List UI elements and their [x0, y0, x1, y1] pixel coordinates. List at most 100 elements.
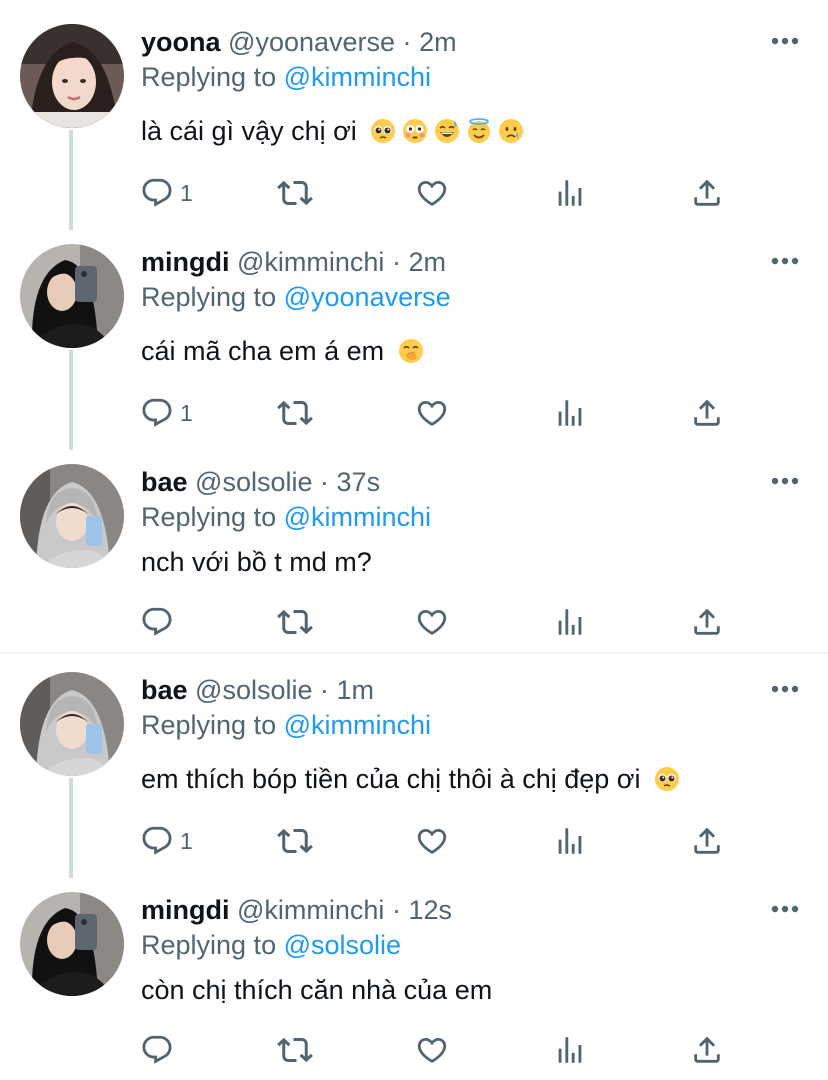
replying-to: Replying to @solsolie — [141, 929, 401, 961]
hand-over-mouth-emoji — [398, 338, 424, 364]
share-button[interactable] — [690, 1030, 724, 1070]
replying-to-label: Replying to — [141, 710, 277, 740]
share-icon — [690, 824, 724, 858]
reply-icon — [140, 396, 174, 430]
replying-to: Replying to @yoonaverse — [141, 281, 451, 313]
user-handle[interactable]: @solsolie — [195, 675, 312, 705]
share-icon — [690, 396, 724, 430]
tweet-text-line: cái mã cha em á em — [141, 334, 424, 368]
user-handle[interactable]: @kimminchi — [237, 247, 384, 277]
retweet-icon — [277, 1032, 313, 1068]
reply-icon — [140, 176, 174, 210]
more-icon[interactable] — [770, 474, 800, 488]
pleading-face-emoji — [370, 118, 396, 144]
mention-link[interactable]: @kimminchi — [284, 502, 431, 532]
avatar[interactable] — [20, 464, 124, 568]
views-icon — [553, 176, 587, 210]
action-bar: 1 — [140, 173, 740, 213]
display-name[interactable]: bae — [141, 675, 188, 705]
retweet-icon — [277, 823, 313, 859]
replying-to-label: Replying to — [141, 62, 277, 92]
timestamp[interactable]: 12s — [408, 895, 452, 925]
share-button[interactable] — [690, 173, 724, 213]
views-icon — [553, 605, 587, 639]
tweet-text-line: nch với bồ t md m? — [141, 545, 372, 579]
avatar[interactable] — [20, 892, 124, 996]
retweet-button[interactable] — [277, 173, 313, 213]
views-button[interactable] — [553, 821, 587, 861]
avatar-image — [20, 244, 124, 348]
smiling-halo-emoji — [466, 118, 492, 144]
views-button[interactable] — [553, 602, 587, 642]
action-bar: 1 — [140, 393, 740, 433]
heart-icon — [415, 824, 449, 858]
display-name[interactable]: bae — [141, 467, 188, 497]
retweet-icon — [277, 604, 313, 640]
display-name[interactable]: yoona — [141, 27, 221, 57]
avatar[interactable] — [20, 24, 124, 128]
thread-line — [69, 130, 73, 230]
avatar-image — [20, 24, 124, 128]
reply-button[interactable] — [140, 1030, 174, 1070]
action-bar — [140, 602, 740, 642]
replying-to-label: Replying to — [141, 502, 277, 532]
user-handle[interactable]: @solsolie — [195, 467, 312, 497]
views-button[interactable] — [553, 393, 587, 433]
reply-button[interactable]: 1 — [140, 821, 193, 861]
mention-link[interactable]: @yoonaverse — [284, 282, 451, 312]
reply-button[interactable]: 1 — [140, 173, 193, 213]
action-bar: 1 — [140, 821, 740, 861]
tweet-text: em thích bóp tiền của chị thôi à chị đẹp… — [141, 764, 641, 794]
timestamp[interactable]: 1m — [337, 675, 375, 705]
timestamp[interactable]: 2m — [408, 247, 446, 277]
user-handle[interactable]: @yoonaverse — [228, 27, 395, 57]
avatar-image — [20, 672, 124, 776]
tweet-header: bae @solsolie · 1m — [141, 674, 374, 706]
retweet-button[interactable] — [277, 393, 313, 433]
share-button[interactable] — [690, 602, 724, 642]
share-button[interactable] — [690, 393, 724, 433]
like-button[interactable] — [415, 393, 449, 433]
conversation-divider — [0, 652, 828, 654]
tweet-header: yoona @yoonaverse · 2m — [141, 26, 457, 58]
views-button[interactable] — [553, 173, 587, 213]
crying-face-emoji — [498, 118, 524, 144]
retweet-button[interactable] — [277, 1030, 313, 1070]
separator-dot: · — [391, 247, 401, 277]
share-icon — [690, 605, 724, 639]
reply-count: 1 — [180, 399, 193, 426]
more-icon[interactable] — [770, 254, 800, 268]
reply-button[interactable] — [140, 602, 174, 642]
like-button[interactable] — [415, 173, 449, 213]
user-handle[interactable]: @kimminchi — [237, 895, 384, 925]
mention-link[interactable]: @kimminchi — [284, 710, 431, 740]
tweet-text-line: là cái gì vậy chị ơi — [141, 114, 524, 148]
avatar[interactable] — [20, 672, 124, 776]
timestamp[interactable]: 37s — [337, 467, 381, 497]
like-button[interactable] — [415, 821, 449, 861]
retweet-button[interactable] — [277, 602, 313, 642]
pleading-face-emoji — [654, 766, 680, 792]
replying-to: Replying to @kimminchi — [141, 61, 431, 93]
share-button[interactable] — [690, 821, 724, 861]
tweet-header: mingdi @kimminchi · 2m — [141, 246, 446, 278]
mention-link[interactable]: @kimminchi — [284, 62, 431, 92]
display-name[interactable]: mingdi — [141, 247, 230, 277]
reply-icon — [140, 605, 174, 639]
tweet-header: bae @solsolie · 37s — [141, 466, 380, 498]
more-icon[interactable] — [770, 682, 800, 696]
views-button[interactable] — [553, 1030, 587, 1070]
tweet-header: mingdi @kimminchi · 12s — [141, 894, 452, 926]
heart-icon — [415, 396, 449, 430]
like-button[interactable] — [415, 1030, 449, 1070]
retweet-button[interactable] — [277, 821, 313, 861]
display-name[interactable]: mingdi — [141, 895, 230, 925]
reply-button[interactable]: 1 — [140, 393, 193, 433]
timestamp[interactable]: 2m — [419, 27, 457, 57]
more-icon[interactable] — [770, 34, 800, 48]
share-icon — [690, 1033, 724, 1067]
like-button[interactable] — [415, 602, 449, 642]
mention-link[interactable]: @solsolie — [284, 930, 401, 960]
avatar[interactable] — [20, 244, 124, 348]
more-icon[interactable] — [770, 902, 800, 916]
